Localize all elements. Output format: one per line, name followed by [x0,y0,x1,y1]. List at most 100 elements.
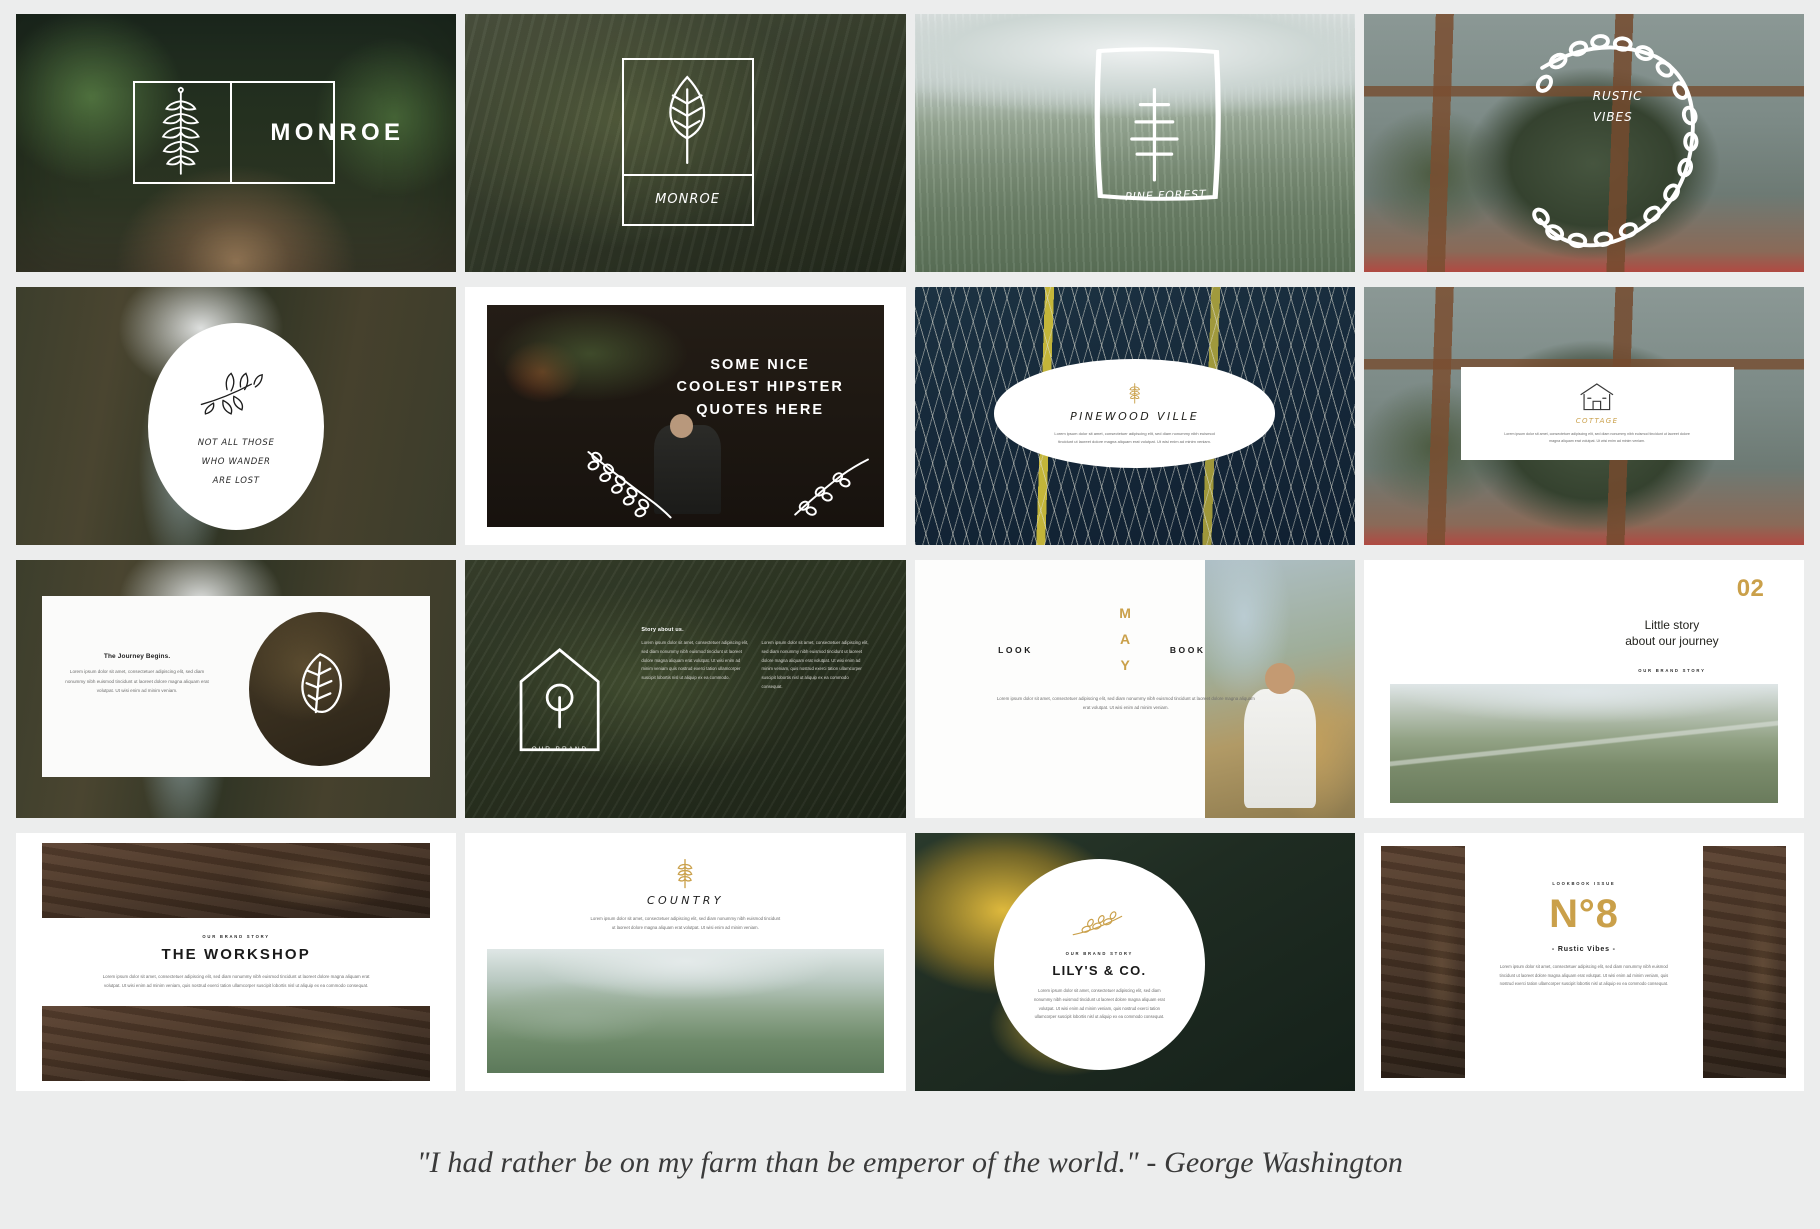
quote-caption: "I had rather be on my farm than be empe… [416,1146,1404,1179]
olive-sprig-gold-icon [1070,907,1129,943]
quote-line-3: QUOTES HERE [696,401,825,418]
kicker-label: LOOKBOOK ISSUE [1552,881,1616,887]
quote-text: SOME NICE COOLEST HIPSTER QUOTES HERE [676,354,843,421]
center-type-block: LOOKBOOK ISSUE N°8 - Rustic Vibes - Lore… [1478,846,1689,1078]
slide-title: MONROE [270,118,405,146]
home-outline-icon [509,643,610,757]
slide-journey-begins[interactable]: The Journey Begins. Lorem ipsum dolor si… [16,560,457,818]
body-copy: Lorem ipsum dolor sit amet, consectetuer… [590,916,781,931]
month-label: MAY [1119,605,1133,674]
slide-our-brand[interactable]: OUR BRAND Story about us. Lorem ipsum do… [465,560,906,818]
slide-little-story[interactable]: 02 Little story about our journey OUR BR… [1363,560,1804,818]
slide-title: The Journey Begins. [103,652,171,660]
oak-leaf-icon [289,646,351,733]
vine-garland-icon [578,447,681,522]
text-column-2: . Lorem ipsum dolor sit amet, consectetu… [762,627,871,692]
slide-deck-preview-board: MONROE MONROE PINE FOREST RUSTIC VIBES N… [0,0,1820,1229]
type-panel [914,560,1206,818]
slide-cottage[interactable]: COTTAGE Lorem ipsum dolor sit amet, cons… [1363,287,1804,545]
photo-panel [1205,560,1355,818]
caption-area: "I had rather be on my farm than be empe… [0,1097,1820,1229]
text-block: The Journey Begins. Lorem ipsum dolor si… [64,653,209,696]
body-copy: Lorem ipsum dolor sit amet, consectetuer… [102,973,370,988]
text-column-1: Story about us. Lorem ipsum dolor sit am… [641,627,750,692]
title-line-2: about our journey [1625,633,1719,648]
slide-hipster-quotes[interactable]: SOME NICE COOLEST HIPSTER QUOTES HERE [465,287,906,545]
paper-title-card: COTTAGE Lorem ipsum dolor sit amet, cons… [1460,366,1734,460]
slide-subtitle: - Rustic Vibes - [1551,946,1616,954]
slide-may-look-book[interactable]: MAY LOOK BOOK Lorem ipsum dolor sit amet… [914,560,1355,818]
badge-caption: OUR BRAND [531,745,589,753]
title-line-1: Little story [1644,617,1700,632]
body-copy: Lorem ipsum dolor sit amet, consectetuer… [1504,432,1690,444]
slide-title: COTTAGE [1575,417,1619,425]
slide-title: THE WORKSHOP [161,945,311,963]
body-copy: Lorem ipsum dolor sit amet, consectetuer… [1033,988,1165,1020]
circle-quote-card: NOT ALL THOSE WHO WANDER ARE LOST [148,323,325,530]
look-label: LOOK [998,645,1033,656]
body-copy: Lorem ipsum dolor sit amet, consectetuer… [65,668,209,694]
slide-country[interactable]: COUNTRY Lorem ipsum dolor sit amet, cons… [465,833,906,1091]
column-copy: Lorem ipsum dolor sit amet, consectetuer… [761,640,869,690]
text-columns: Story about us. Lorem ipsum dolor sit am… [641,627,870,692]
olive-branch-icon [196,362,277,424]
title-block: OUR BRAND STORY THE WORKSHOP Lorem ipsum… [16,923,456,1000]
quote-line-2: WHO WANDER [201,456,271,467]
wheat-sprig-icon [672,856,698,890]
slide-title: Little story about our journey [1571,617,1774,649]
slide-monroe-cover[interactable]: MONROE [16,14,457,272]
slide-number-eight[interactable]: LOOKBOOK ISSUE N°8 - Rustic Vibes - Lore… [1363,833,1804,1091]
left-photo-panel [1381,845,1465,1079]
body-copy: Lorem ipsum dolor sit amet, consectetuer… [996,696,1255,711]
book-label: BOOK [1169,645,1206,656]
quote-line-1: SOME NICE [710,356,810,373]
slide-pine-forest[interactable]: PINE FOREST [914,14,1355,272]
slide-the-workshop[interactable]: OUR BRAND STORY THE WORKSHOP Lorem ipsum… [16,833,457,1091]
photo-inset: SOME NICE COOLEST HIPSTER QUOTES HERE [487,305,884,527]
slide-title: LILY'S & CO. [1052,963,1147,979]
body-copy: Lorem ipsum dolor sit amet, consectetuer… [1054,431,1215,445]
quote-line-3: ARE LOST [212,475,260,486]
quote-line-2: COOLEST HIPSTER [676,379,844,396]
laurel-wreath-icon [1487,27,1734,254]
column-copy: Lorem ipsum dolor sit amet, consectetuer… [641,640,749,681]
fern-leaf-icon [139,86,223,179]
misty-valley-photo [487,949,884,1073]
quote-line-1: NOT ALL THOSE [197,438,275,449]
slide-wander-quote[interactable]: NOT ALL THOSE WHO WANDER ARE LOST [16,287,457,545]
kicker-label: OUR BRAND STORY [202,933,270,939]
title-block: COUNTRY Lorem ipsum dolor sit amet, cons… [465,856,905,933]
slide-rustic-vibes[interactable]: RUSTIC VIBES [1363,14,1804,272]
slides-grid: MONROE MONROE PINE FOREST RUSTIC VIBES N… [0,0,1820,1097]
slide-title: PINEWOOD VILLE [1070,410,1200,424]
pine-tree-icon [1117,81,1192,184]
wheat-sprig-icon [1115,381,1154,405]
slide-monroe-leaf-badge[interactable]: MONROE [465,14,906,272]
issue-number: N°8 [1549,892,1619,937]
body-copy: Lorem ipsum dolor sit amet, consectetuer… [1499,964,1669,987]
cottage-house-icon [1575,381,1619,413]
slide-title: COUNTRY [646,894,724,908]
quote-text: NOT ALL THOSE WHO WANDER ARE LOST [198,434,275,490]
slide-pinewood-ville[interactable]: PINEWOOD VILLE Lorem ipsum dolor sit ame… [914,287,1355,545]
top-photo-band [42,843,430,919]
leaf-outline-icon [641,71,733,169]
slide-lilys-and-co[interactable]: OUR BRAND STORY LILY'S & CO. Lorem ipsum… [914,833,1355,1091]
section-number: 02 [1736,575,1765,603]
circle-brand-card: OUR BRAND STORY LILY'S & CO. Lorem ipsum… [993,858,1206,1071]
mountain-road-photo [1390,683,1778,803]
kicker-label: OUR BRAND STORY [1638,668,1706,674]
circle-photo-mask [249,611,391,767]
slide-title: RUSTIC VIBES [1593,86,1769,127]
person-head [1264,663,1295,695]
logo-divider [229,81,232,185]
bottom-photo-band [42,1005,430,1081]
title-line-1: RUSTIC [1592,89,1643,104]
oval-title-card: PINEWOOD VILLE Lorem ipsum dolor sit ame… [993,359,1276,468]
vine-garland-icon-right [788,456,875,518]
title-line-2: VIBES [1592,109,1633,124]
right-photo-panel [1702,845,1787,1079]
slide-title: MONROE [655,192,721,208]
column-heading: Story about us. [641,627,684,634]
kicker-label: OUR BRAND STORY [1065,951,1134,957]
